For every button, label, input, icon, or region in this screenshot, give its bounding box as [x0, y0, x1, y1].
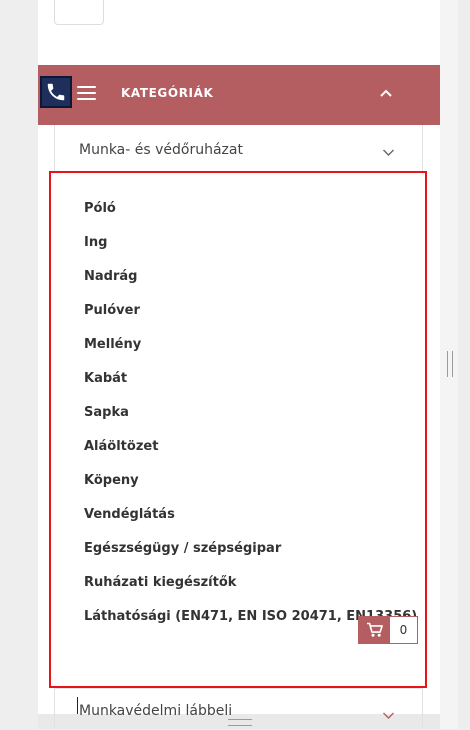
resize-scrollbar[interactable] — [440, 0, 458, 729]
subcategory-item[interactable]: Egészségügy / szépségipar — [84, 540, 417, 574]
category-group-label: Munkavédelmi lábbeli — [79, 703, 233, 719]
phone-icon — [47, 83, 65, 101]
top-control-box[interactable] — [54, 0, 104, 25]
text-cursor — [77, 697, 78, 714]
subcategory-item[interactable]: Pulóver — [84, 302, 417, 336]
chevron-down-icon[interactable] — [382, 148, 395, 157]
cart-button[interactable]: 0 — [358, 616, 418, 644]
subcategory-list: Póló Ing Nadrág Pulóver Mellény Kabát Sa… — [84, 200, 417, 642]
subcategory-item[interactable]: Ing — [84, 234, 417, 268]
cart-icon — [366, 622, 383, 637]
subcategory-item[interactable]: Nadrág — [84, 268, 417, 302]
chevron-up-icon[interactable] — [379, 88, 393, 98]
subcategory-item[interactable]: Ruházati kiegészítők — [84, 574, 417, 608]
subcategory-item[interactable]: Aláöltözet — [84, 438, 417, 472]
hamburger-icon[interactable] — [77, 86, 96, 100]
category-group-work-clothing[interactable]: Munka- és védőruházat — [54, 125, 423, 171]
scrollbar-grip-icon[interactable] — [447, 351, 453, 377]
cart-icon-box — [359, 617, 390, 643]
resize-handle-icon[interactable] — [228, 719, 252, 726]
phone-button[interactable] — [40, 76, 72, 108]
category-group-label: Munka- és védőruházat — [79, 142, 243, 158]
subcategory-item[interactable]: Köpeny — [84, 472, 417, 506]
cart-count: 0 — [399, 623, 408, 637]
subcategory-item[interactable]: Mellény — [84, 336, 417, 370]
categories-title: KATEGÓRIÁK — [121, 86, 214, 100]
subcategory-item[interactable]: Sapka — [84, 404, 417, 438]
subcategory-item[interactable]: Vendéglátás — [84, 506, 417, 540]
subcategory-item[interactable]: Kabát — [84, 370, 417, 404]
chevron-down-icon[interactable] — [382, 711, 395, 720]
subcategory-item[interactable]: Póló — [84, 200, 417, 234]
